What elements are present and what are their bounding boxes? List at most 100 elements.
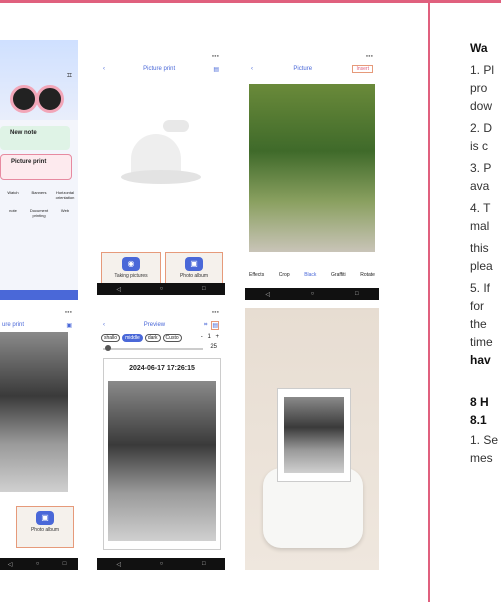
text-line: Wa — [470, 41, 488, 55]
tool-rotate[interactable]: Rotate — [360, 272, 375, 278]
qty-minus-button[interactable]: - — [201, 334, 203, 340]
page-title: Picture — [293, 66, 313, 72]
quantity-stepper[interactable]: - 1 + — [201, 334, 219, 340]
edit-toolbar: Effects Crop Black Graffiti Rotate — [249, 272, 375, 278]
page-divider — [428, 0, 430, 602]
text-line: pro — [470, 81, 488, 95]
system-nav-bar: ◁ ○ □ — [97, 558, 225, 570]
slider-thumb[interactable] — [105, 345, 111, 351]
new-note-card[interactable]: New note — [0, 126, 70, 150]
tool-effects[interactable]: Effects — [249, 272, 264, 278]
phone-screen-picture-print: ●●● ‹ Picture print ▤ ◉ Taking pictures … — [97, 50, 225, 295]
recents-icon[interactable]: □ — [355, 291, 359, 297]
subsection-heading: 8.1 — [470, 413, 487, 427]
mode-middle[interactable]: middle — [122, 334, 143, 342]
recents-icon[interactable]: □ — [63, 561, 67, 567]
photo-album-label: Photo album — [30, 527, 60, 533]
cloud-icon — [163, 120, 189, 132]
page-title: Preview — [143, 322, 166, 328]
text-line: 4. T — [470, 201, 491, 215]
home-icon[interactable]: ○ — [160, 561, 164, 567]
grid-item-banners[interactable]: Banners — [26, 190, 52, 200]
photo-album-button[interactable]: ▣ Photo album — [16, 506, 74, 548]
nav-bar: ‹ Preview ⌗ ▤ — [97, 318, 225, 332]
print-icon[interactable]: ▣ — [66, 322, 72, 329]
recents-icon[interactable]: □ — [202, 286, 206, 292]
home-icon[interactable]: ○ — [311, 291, 315, 297]
mode-dark[interactable]: dark — [144, 334, 161, 342]
mountain-icon — [131, 134, 181, 174]
hero-banner: ⌗ — [0, 40, 78, 120]
grid-item-horizontal[interactable]: Horizontal orientation — [52, 190, 78, 200]
text-line: this — [470, 241, 489, 255]
preview-image — [0, 332, 68, 492]
print-icon[interactable]: ▤ — [213, 66, 219, 73]
tool-graffiti[interactable]: Graffiti — [331, 272, 346, 278]
qty-value: 1 — [207, 334, 211, 340]
mode-shallow[interactable]: shallo — [101, 334, 121, 342]
camera-icon: ◉ — [122, 257, 140, 271]
insert-button[interactable]: Insert — [352, 65, 373, 73]
density-slider[interactable] — [103, 345, 203, 351]
home-icon[interactable]: ○ — [160, 286, 164, 292]
home-icon[interactable]: ○ — [36, 561, 40, 567]
phone-screen-picture: ●●● ‹ Picture Insert Effects Crop Black … — [245, 50, 379, 300]
back-icon[interactable]: ◁ — [8, 561, 13, 568]
text-line: 1. Pl — [470, 63, 495, 77]
text-line: hav — [470, 353, 491, 367]
photo-album-label: Photo album — [179, 273, 209, 279]
photo-album-icon: ▣ — [185, 257, 203, 271]
print-preview-paper: 2024-06-17 17:26:15 — [103, 358, 221, 550]
tool-crop[interactable]: Crop — [279, 272, 290, 278]
text-line: 2. D — [470, 121, 493, 135]
text-line: ava — [470, 179, 490, 193]
picture-print-label: Picture print — [11, 159, 47, 165]
robot-eye-icon — [36, 85, 64, 113]
back-icon[interactable]: ◁ — [116, 286, 121, 293]
picture-print-card[interactable]: Picture print — [0, 154, 72, 180]
new-note-label: New note — [10, 130, 37, 136]
robot-eye-icon — [10, 85, 38, 113]
text-line: for — [470, 299, 485, 313]
system-nav-bar: ◁ ○ □ — [0, 558, 78, 570]
taking-pictures-label: Taking pictures — [114, 273, 148, 279]
grid-item-note[interactable]: note — [0, 208, 26, 218]
text-line: the — [470, 317, 487, 331]
text-line: mes — [470, 451, 493, 465]
back-icon[interactable]: ◁ — [116, 561, 121, 568]
density-level: 25 — [210, 344, 217, 350]
tool-black[interactable]: Black — [304, 272, 316, 278]
status-bar: ●●● — [64, 309, 72, 314]
feature-grid: Watch Banners Horizontal orientation not… — [0, 190, 78, 218]
scan-icon[interactable]: ⌗ — [67, 70, 72, 81]
text-line: 5. If — [470, 281, 491, 295]
text-line: dow — [470, 99, 493, 113]
text-line: 3. P — [470, 161, 492, 175]
grid-item-web[interactable]: Web — [52, 208, 78, 218]
system-nav-bar: ◁ ○ □ — [245, 288, 379, 300]
scan-icon[interactable]: ⌗ — [204, 322, 207, 329]
qty-plus-button[interactable]: + — [215, 334, 219, 340]
grid-item-watch[interactable]: Watch — [0, 190, 26, 200]
ground-shape — [121, 170, 201, 184]
nav-bar: ure print ▣ — [0, 318, 78, 332]
photo-image — [249, 84, 375, 252]
density-modes: shallo middle dark Custo — [101, 334, 182, 342]
mode-custom[interactable]: Custo — [162, 334, 182, 342]
page-title: Picture print — [143, 66, 176, 72]
photo-album-icon: ▣ — [36, 511, 54, 525]
grid-item-document[interactable]: Document printing — [26, 208, 52, 218]
section-heading: 8 H — [470, 395, 489, 409]
text-line: time — [470, 335, 493, 349]
phone-screen-home: ⌗ New note Picture print Watch Banners H… — [0, 40, 78, 300]
back-icon[interactable]: ◁ — [265, 291, 270, 298]
empty-illustration — [121, 120, 201, 190]
printed-paper — [277, 388, 351, 482]
preview-image — [108, 381, 216, 541]
nav-bar: ‹ Picture print ▤ — [97, 62, 225, 76]
recents-icon[interactable]: □ — [202, 561, 206, 567]
printer-photo — [245, 308, 379, 570]
print-icon[interactable]: ▤ — [211, 320, 219, 330]
text-line: is c — [470, 139, 488, 153]
text-line: mal — [470, 219, 490, 233]
